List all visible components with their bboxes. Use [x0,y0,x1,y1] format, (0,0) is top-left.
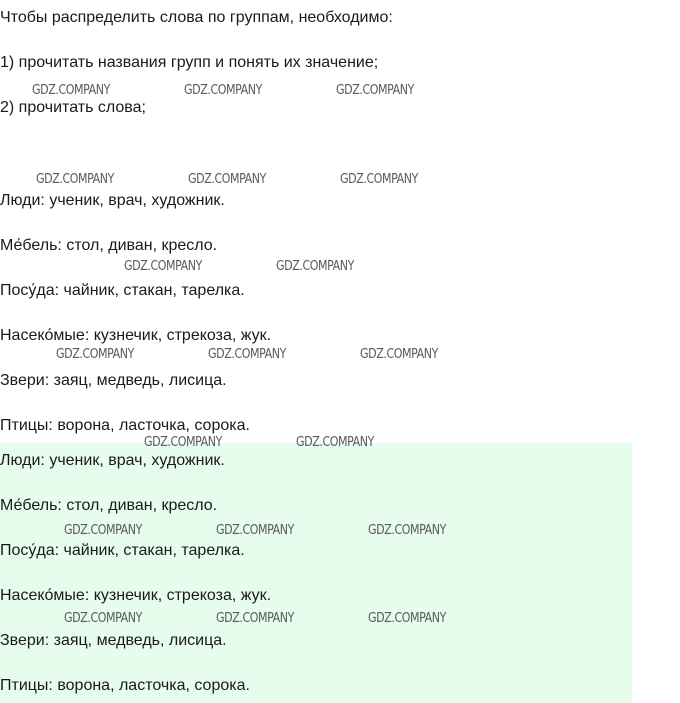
group-dishes: Посу́да: чайник, стакан, тарелка. [0,282,245,299]
group-insects: Насеко́мые: кузнечик, стрекоза, жук. [0,327,272,344]
intro-heading: Чтобы распределить слова по группам, нео… [0,9,393,26]
answer-group-people: Люди: ученик, врач, художник. [0,452,225,469]
watermark: GDZ.COMPANY [368,523,446,538]
watermark: GDZ.COMPANY [64,611,142,626]
group-people: Люди: ученик, врач, художник. [0,192,225,209]
watermark: GDZ.COMPANY [216,523,294,538]
watermark: GDZ.COMPANY [56,347,134,362]
answer-group-furniture: Ме́бель: стол, диван, кресло. [0,497,218,514]
watermark: GDZ.COMPANY [188,172,266,187]
step-1-text: 1) прочитать названия групп и понять их … [0,54,379,71]
watermark: GDZ.COMPANY [276,259,354,274]
group-animals: Звери: заяц, медведь, лисица. [0,372,227,389]
answer-group-insects: Насеко́мые: кузнечик, стрекоза, жук. [0,587,272,604]
watermark: GDZ.COMPANY [216,611,294,626]
answer-group-animals: Звери: заяц, медведь, лисица. [0,632,227,649]
watermark: GDZ.COMPANY [124,259,202,274]
watermark: GDZ.COMPANY [144,435,222,450]
answer-group-birds: Птицы: ворона, ласточка, сорока. [0,677,250,694]
group-furniture: Ме́бель: стол, диван, кресло. [0,237,218,254]
watermark: GDZ.COMPANY [360,347,438,362]
watermark: GDZ.COMPANY [32,83,110,98]
watermark: GDZ.COMPANY [368,611,446,626]
watermark: GDZ.COMPANY [296,435,374,450]
watermark: GDZ.COMPANY [336,83,414,98]
group-birds: Птицы: ворона, ласточка, сорока. [0,417,250,434]
watermark: GDZ.COMPANY [184,83,262,98]
watermark: GDZ.COMPANY [208,347,286,362]
answer-group-dishes: Посу́да: чайник, стакан, тарелка. [0,542,245,559]
watermark: GDZ.COMPANY [340,172,418,187]
watermark: GDZ.COMPANY [64,523,142,538]
answer-highlight-block [0,443,632,703]
watermark: GDZ.COMPANY [36,172,114,187]
step-2-text: 2) прочитать слова; [0,99,146,116]
